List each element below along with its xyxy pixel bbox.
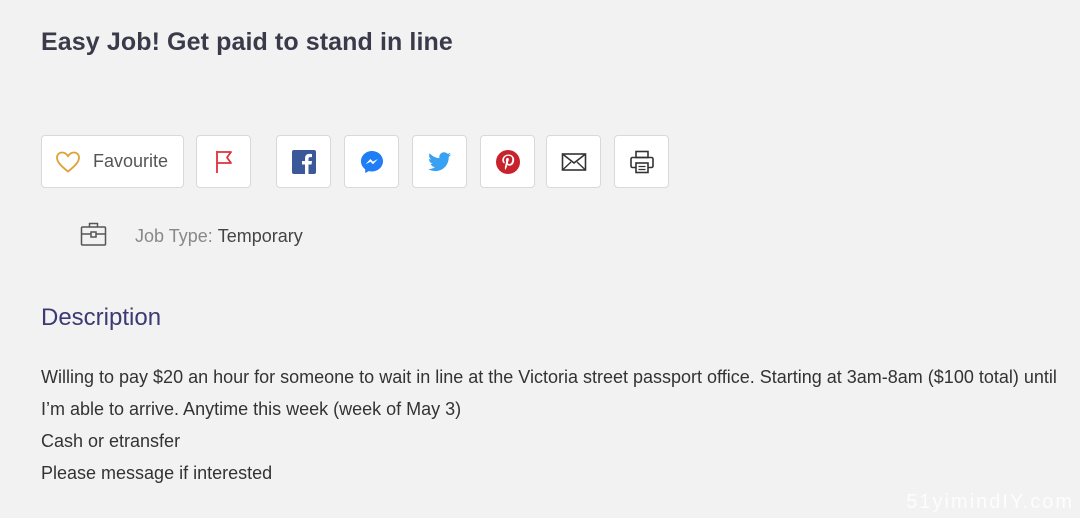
job-type-value: Temporary	[217, 225, 303, 246]
pinterest-share-button[interactable]	[480, 135, 535, 188]
description-body: Willing to pay $20 an hour for someone t…	[41, 361, 1061, 489]
facebook-share-button[interactable]	[276, 135, 331, 188]
email-share-button[interactable]	[546, 135, 601, 188]
twitter-icon	[427, 150, 453, 174]
heart-icon	[55, 150, 81, 174]
watermark: 51yimindIY.com	[906, 491, 1074, 513]
flag-icon	[213, 149, 235, 175]
messenger-share-button[interactable]	[344, 135, 399, 188]
favourite-button[interactable]: Favourite	[41, 135, 184, 188]
description-heading: Description	[41, 304, 162, 331]
description-line: Please message if interested	[41, 463, 273, 483]
favourite-label: Favourite	[93, 151, 169, 171]
description-line: Cash or etransfer	[41, 431, 181, 451]
envelope-icon	[561, 152, 587, 172]
briefcase-icon	[80, 221, 107, 252]
pinterest-icon	[495, 149, 521, 175]
description-line: Willing to pay $20 an hour for someone t…	[41, 367, 1057, 419]
job-type-row: Job Type: Temporary	[80, 222, 303, 250]
facebook-icon	[291, 149, 317, 175]
twitter-share-button[interactable]	[412, 135, 467, 188]
printer-icon	[629, 149, 655, 175]
print-button[interactable]	[614, 135, 669, 188]
job-type-label: Job Type:	[135, 225, 213, 246]
messenger-icon	[359, 149, 385, 175]
flag-button[interactable]	[196, 135, 251, 188]
job-title: Easy Job! Get paid to stand in line	[41, 28, 453, 56]
